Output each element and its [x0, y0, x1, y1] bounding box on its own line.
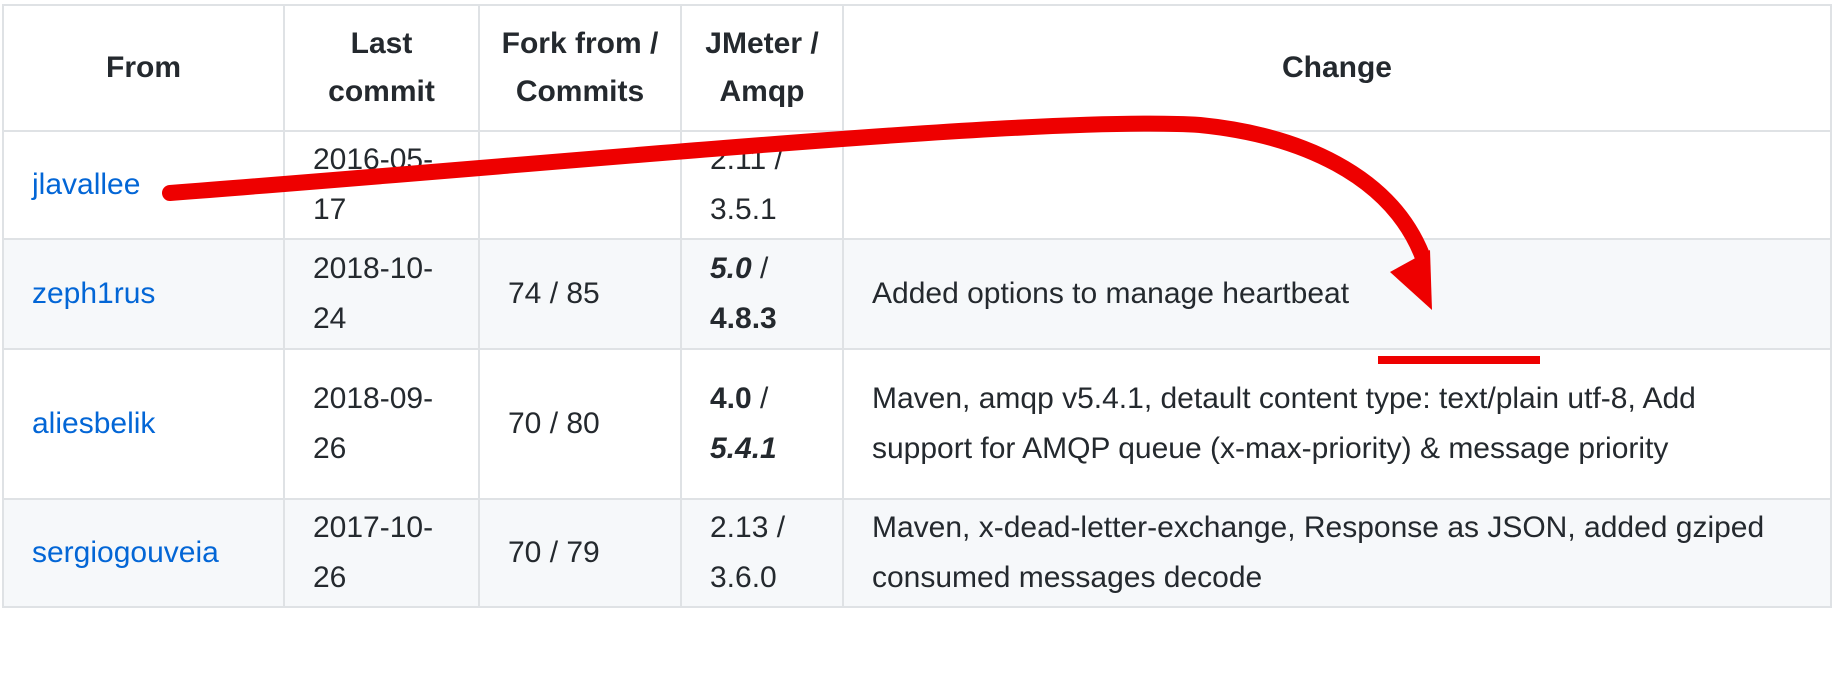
table-row: zeph1rus 2018-10-24 74 / 85 5.0 /4.8.3 A…	[2, 238, 1832, 350]
cell-change	[842, 130, 1832, 240]
cell-from: sergiogouveia	[2, 498, 285, 608]
cell-last-commit: 2018-09-26	[283, 348, 480, 500]
cell-from: zeph1rus	[2, 238, 285, 350]
header-from: From	[2, 4, 285, 132]
cell-last-commit: 2016-05-17	[283, 130, 480, 240]
cell-change: Maven, x-dead-letter-exchange, Response …	[842, 498, 1832, 608]
amqp-version: 3.5.1	[710, 193, 777, 226]
cell-last-commit: 2018-10-24	[283, 238, 480, 350]
jmeter-version: 4.0	[710, 382, 752, 415]
header-fork-commits: Fork from / Commits	[478, 4, 682, 132]
cell-last-commit: 2017-10-26	[283, 498, 480, 608]
cell-jmeter-amqp: 5.0 /4.8.3	[680, 238, 844, 350]
fork-owner-link[interactable]: jlavallee	[32, 168, 140, 201]
table-row: jlavallee 2016-05-17 2.11 /3.5.1	[2, 130, 1832, 240]
amqp-version: 3.6.0	[710, 561, 777, 594]
table-row: sergiogouveia 2017-10-26 70 / 79 2.13 /3…	[2, 498, 1832, 608]
fork-owner-link[interactable]: aliesbelik	[32, 407, 155, 440]
fork-owner-link[interactable]: zeph1rus	[32, 277, 155, 310]
cell-jmeter-amqp: 2.11 /3.5.1	[680, 130, 844, 240]
table-header-row: From Last commit Fork from / Commits JMe…	[2, 4, 1832, 132]
table-row: aliesbelik 2018-09-26 70 / 80 4.0 /5.4.1…	[2, 348, 1832, 500]
cell-jmeter-amqp: 4.0 /5.4.1	[680, 348, 844, 500]
cell-jmeter-amqp: 2.13 /3.6.0	[680, 498, 844, 608]
cell-fork-commits: 70 / 80	[478, 348, 682, 500]
fork-owner-link[interactable]: sergiogouveia	[32, 536, 219, 569]
cell-change: Added options to manage heartbeat	[842, 238, 1832, 350]
cell-fork-commits: 74 / 85	[478, 238, 682, 350]
jmeter-version: 2.13	[710, 511, 769, 544]
cell-change: Maven, amqp v5.4.1, detault content type…	[842, 348, 1832, 500]
cell-from: aliesbelik	[2, 348, 285, 500]
cell-from: jlavallee	[2, 130, 285, 240]
header-jmeter-amqp: JMeter / Amqp	[680, 4, 844, 132]
cell-fork-commits	[478, 130, 682, 240]
header-change: Change	[842, 4, 1832, 132]
jmeter-version: 5.0	[710, 252, 752, 285]
cell-fork-commits: 70 / 79	[478, 498, 682, 608]
forks-table: From Last commit Fork from / Commits JMe…	[2, 4, 1832, 608]
header-last-commit: Last commit	[283, 4, 480, 132]
amqp-version: 4.8.3	[710, 302, 777, 335]
jmeter-version: 2.11	[710, 143, 767, 176]
amqp-version: 5.4.1	[710, 432, 777, 465]
